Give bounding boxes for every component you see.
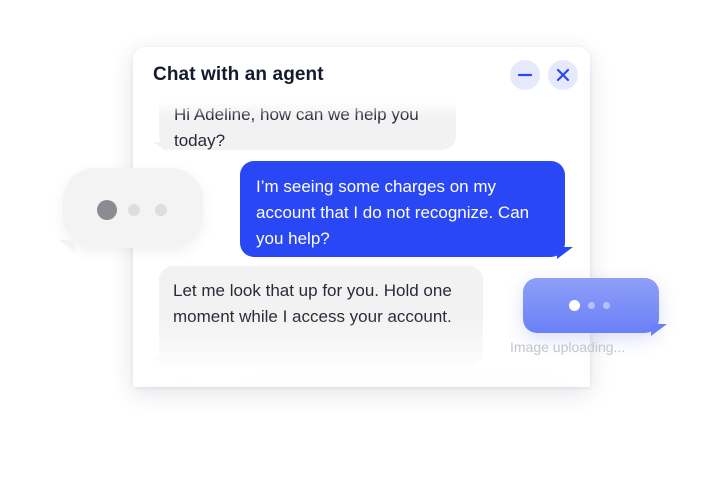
user-message-text: I’m seeing some charges on my account th…	[256, 177, 530, 248]
minus-icon	[518, 73, 532, 77]
minimize-button[interactable]	[510, 60, 540, 90]
typing-indicator-bubble	[59, 168, 203, 252]
close-button[interactable]	[548, 60, 578, 90]
chat-header: Chat with an agent	[133, 47, 590, 103]
bubble-tail	[557, 247, 573, 259]
typing-dot	[155, 204, 167, 216]
typing-dot	[603, 302, 610, 309]
close-icon	[556, 68, 570, 82]
bubble-tail	[153, 142, 167, 152]
typing-dot	[569, 300, 580, 311]
bubble-tail	[651, 324, 667, 336]
typing-dot	[128, 204, 140, 216]
bubble-tail	[59, 240, 75, 252]
user-message: I’m seeing some charges on my account th…	[240, 161, 573, 259]
upload-status-text: Image uploading...	[510, 339, 626, 355]
scroll-fade-top	[133, 101, 590, 117]
upload-indicator-bubble	[523, 278, 667, 336]
typing-dot	[97, 200, 117, 220]
chat-title: Chat with an agent	[153, 64, 324, 85]
typing-dot	[588, 302, 595, 309]
